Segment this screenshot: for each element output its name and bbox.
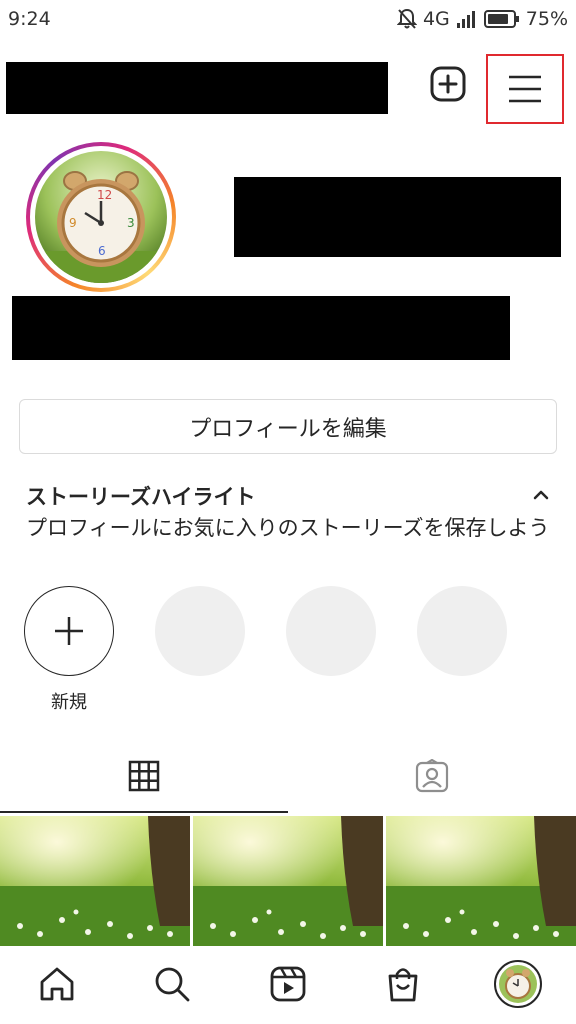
avatar-clock-image: 12 3 6 9 — [35, 151, 167, 283]
search-icon — [155, 967, 190, 1002]
tab-tagged[interactable] — [288, 740, 576, 812]
tagged-icon — [415, 759, 449, 793]
svg-text:6: 6 — [98, 244, 106, 258]
nav-home[interactable] — [37, 964, 77, 1004]
plus-icon — [55, 617, 83, 645]
svg-text:9: 9 — [69, 216, 77, 230]
highlights-description: プロフィールにお気に入りのストーリーズを保存しよう — [26, 516, 550, 540]
network-type: 4G — [422, 8, 450, 30]
shop-icon — [388, 968, 418, 1002]
reels-icon — [270, 966, 306, 1002]
notifications-off-icon — [396, 8, 417, 29]
status-time: 9:24 — [8, 8, 51, 30]
new-highlight-label: 新規 — [51, 692, 87, 713]
highlight-placeholder — [286, 586, 376, 676]
home-icon — [40, 967, 74, 1001]
highlights-collapse-button[interactable] — [531, 487, 551, 503]
nav-shop[interactable] — [383, 964, 423, 1004]
highlights-title: ストーリーズハイライト — [26, 485, 256, 509]
grid-icon — [128, 760, 160, 792]
nav-profile[interactable] — [494, 960, 542, 1008]
profile-name-bio-redacted — [12, 296, 510, 360]
tab-posts-grid[interactable] — [0, 740, 288, 812]
posts-grid — [0, 816, 576, 946]
svg-text:12: 12 — [97, 188, 112, 202]
username-redacted — [6, 62, 388, 114]
highlight-placeholder — [417, 586, 507, 676]
status-indicators: 4G 75% — [396, 6, 568, 32]
active-tab-indicator — [0, 811, 288, 813]
signal-icon — [456, 11, 475, 28]
post-thumbnail[interactable] — [386, 816, 576, 946]
battery-percentage: 75% — [525, 8, 568, 30]
profile-stats-redacted — [234, 177, 561, 257]
add-post-button[interactable] — [430, 66, 466, 102]
new-highlight-button[interactable] — [24, 586, 114, 676]
status-bar: 9:24 4G 75% — [0, 0, 576, 38]
edit-profile-button[interactable]: プロフィールを編集 — [19, 399, 557, 454]
chevron-up-icon — [533, 490, 549, 500]
bottom-navigation — [0, 946, 576, 1024]
highlight-placeholder — [155, 586, 245, 676]
menu-button[interactable] — [486, 54, 564, 124]
hamburger-menu-icon — [509, 75, 541, 103]
add-post-icon — [430, 66, 466, 102]
battery-icon — [483, 10, 519, 28]
svg-text:3: 3 — [127, 216, 135, 230]
post-thumbnail[interactable] — [193, 816, 383, 946]
profile-avatar[interactable]: 12 3 6 9 — [26, 142, 176, 292]
nav-search[interactable] — [152, 964, 192, 1004]
profile-avatar-icon — [494, 960, 542, 1008]
post-thumbnail[interactable] — [0, 816, 190, 946]
nav-reels[interactable] — [268, 964, 308, 1004]
profile-tabs — [0, 740, 576, 814]
